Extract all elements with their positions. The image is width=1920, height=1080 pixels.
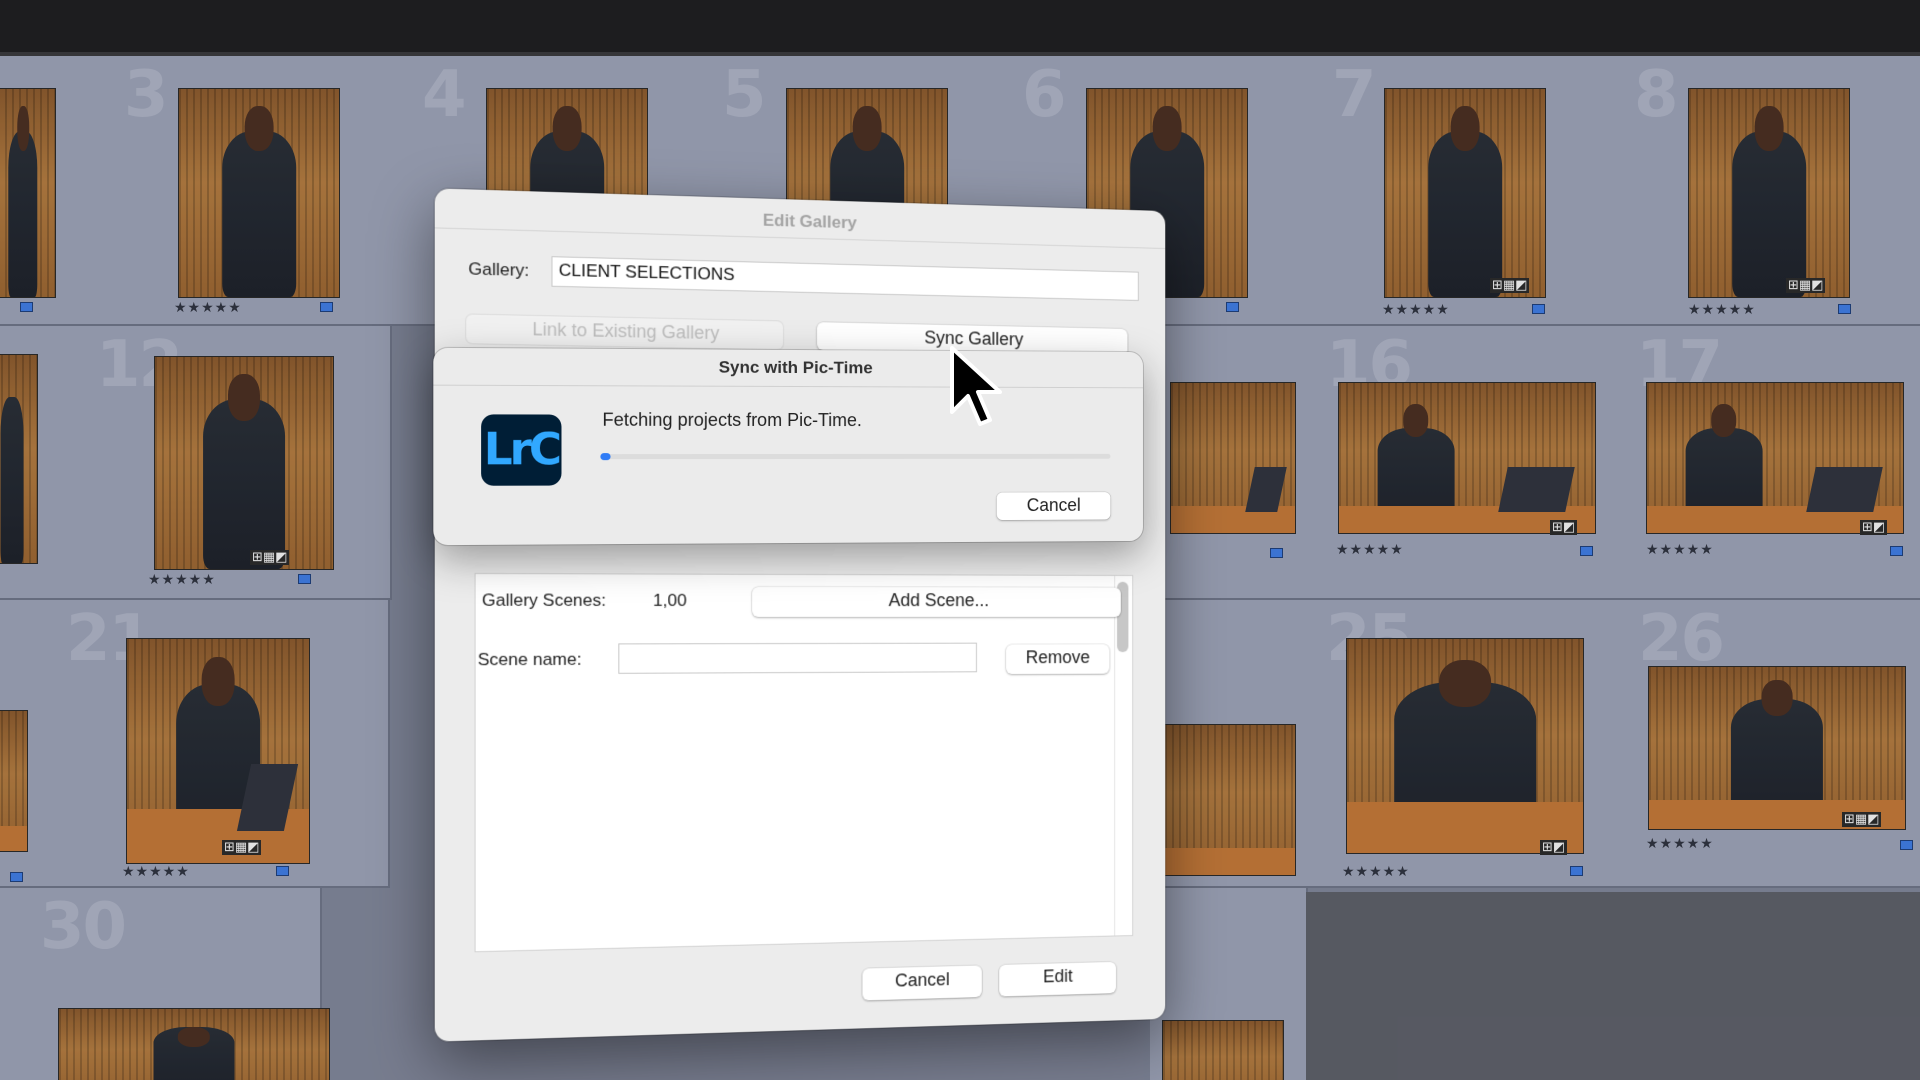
- sync-pic-time-sheet: Sync with Pic-Time LrC Fetching projects…: [433, 347, 1143, 546]
- edit-button[interactable]: Edit: [999, 961, 1117, 997]
- scene-name-field[interactable]: [618, 642, 977, 674]
- dialog-title: Edit Gallery: [762, 210, 857, 233]
- link-existing-gallery-button[interactable]: Link to Existing Gallery: [466, 314, 784, 350]
- scenes-panel: Gallery Scenes: 1,00 Add Scene... Scene …: [474, 572, 1134, 953]
- sync-cancel-button[interactable]: Cancel: [996, 492, 1111, 521]
- gallery-label: Gallery:: [468, 259, 530, 281]
- divider: [433, 384, 1143, 389]
- lrc-app-icon: LrC: [481, 414, 562, 486]
- progress-bar: [600, 453, 1111, 461]
- scroll-track: [1114, 575, 1116, 936]
- mouse-cursor-icon: [948, 344, 1008, 445]
- cancel-button[interactable]: Cancel: [862, 965, 982, 1001]
- gallery-name-field[interactable]: CLIENT SELECTIONS: [551, 256, 1139, 301]
- remove-scene-button[interactable]: Remove: [1005, 644, 1110, 675]
- status-message: Fetching projects from Pic-Time.: [602, 409, 862, 431]
- scene-name-label: Scene name:: [477, 649, 582, 670]
- gallery-scenes-value: 1,00: [653, 590, 687, 610]
- gallery-scenes-label: Gallery Scenes:: [481, 590, 607, 610]
- edit-gallery-dialog: Edit Gallery Gallery: CLIENT SELECTIONS …: [434, 188, 1166, 1042]
- sheet-title: Sync with Pic-Time: [718, 357, 873, 378]
- progress-fill: [600, 453, 611, 461]
- add-scene-button[interactable]: Add Scene...: [752, 586, 1121, 618]
